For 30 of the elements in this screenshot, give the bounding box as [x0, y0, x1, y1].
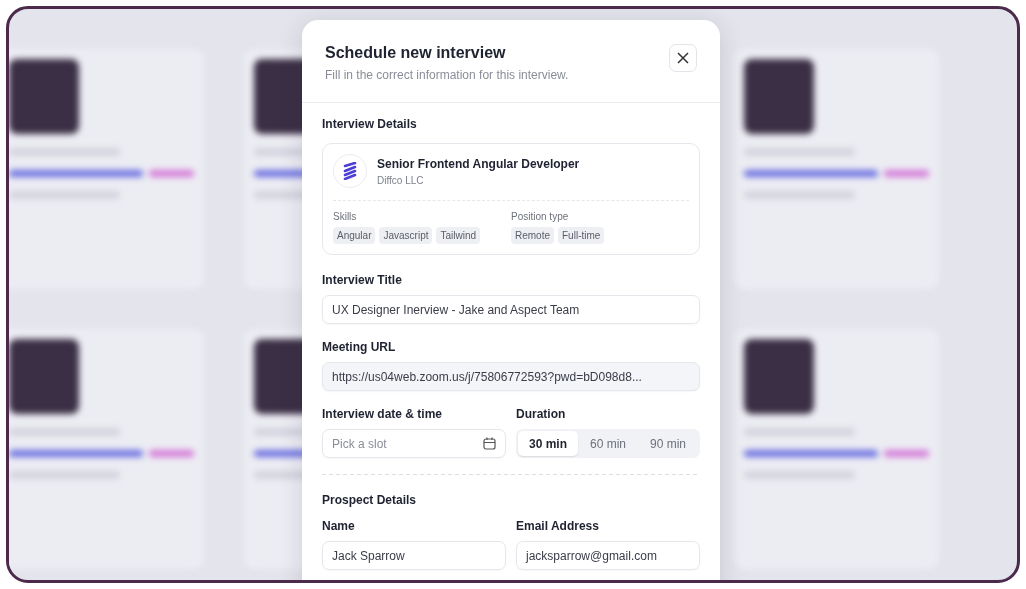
modal-title: Schedule new interview [325, 44, 507, 62]
company-name: Diffco LLC [377, 174, 425, 186]
duration-option[interactable]: 60 min [578, 431, 638, 456]
field-label: Interview Title [322, 273, 403, 287]
email-field[interactable]: jacksparrow@gmail.com [516, 541, 700, 570]
section-heading: Interview Details [322, 117, 418, 131]
meeting-url-field[interactable]: https://us04web.zoom.us/j/75806772593?pwd=bD098d8... [322, 362, 700, 391]
date-time-field[interactable]: Pick a slot [322, 429, 506, 458]
close-button[interactable] [669, 44, 697, 72]
modal-subtitle: Fill in the correct information for this interview. [325, 68, 569, 82]
position-type-tag: Full-time [558, 227, 605, 244]
field-label: Duration [516, 407, 567, 421]
field-label: Meeting URL [322, 340, 397, 354]
field-label: Name [322, 519, 356, 533]
duration-option[interactable]: 30 min [518, 431, 578, 456]
skill-tag: Tailwind [436, 227, 481, 244]
field-label: Email Address [516, 519, 600, 533]
skills-label: Skills [333, 211, 358, 222]
calendar-icon [483, 437, 496, 450]
skill-tag: Angular [333, 227, 376, 244]
skill-tag: Javascript [379, 227, 433, 244]
name-field[interactable]: Jack Sparrow [322, 541, 506, 570]
section-heading: Prospect Details [322, 493, 418, 507]
duration-option[interactable]: 90 min [638, 431, 698, 456]
position-type-label: Position type [511, 211, 570, 222]
interview-title-field[interactable]: UX Designer Inerview - Jake and Aspect Team [322, 295, 700, 324]
field-label: Interview date & time [322, 407, 444, 421]
job-title: Senior Frontend Angular Developer [377, 156, 580, 171]
close-icon [677, 52, 689, 64]
position-type-tag: Remote [511, 227, 554, 244]
